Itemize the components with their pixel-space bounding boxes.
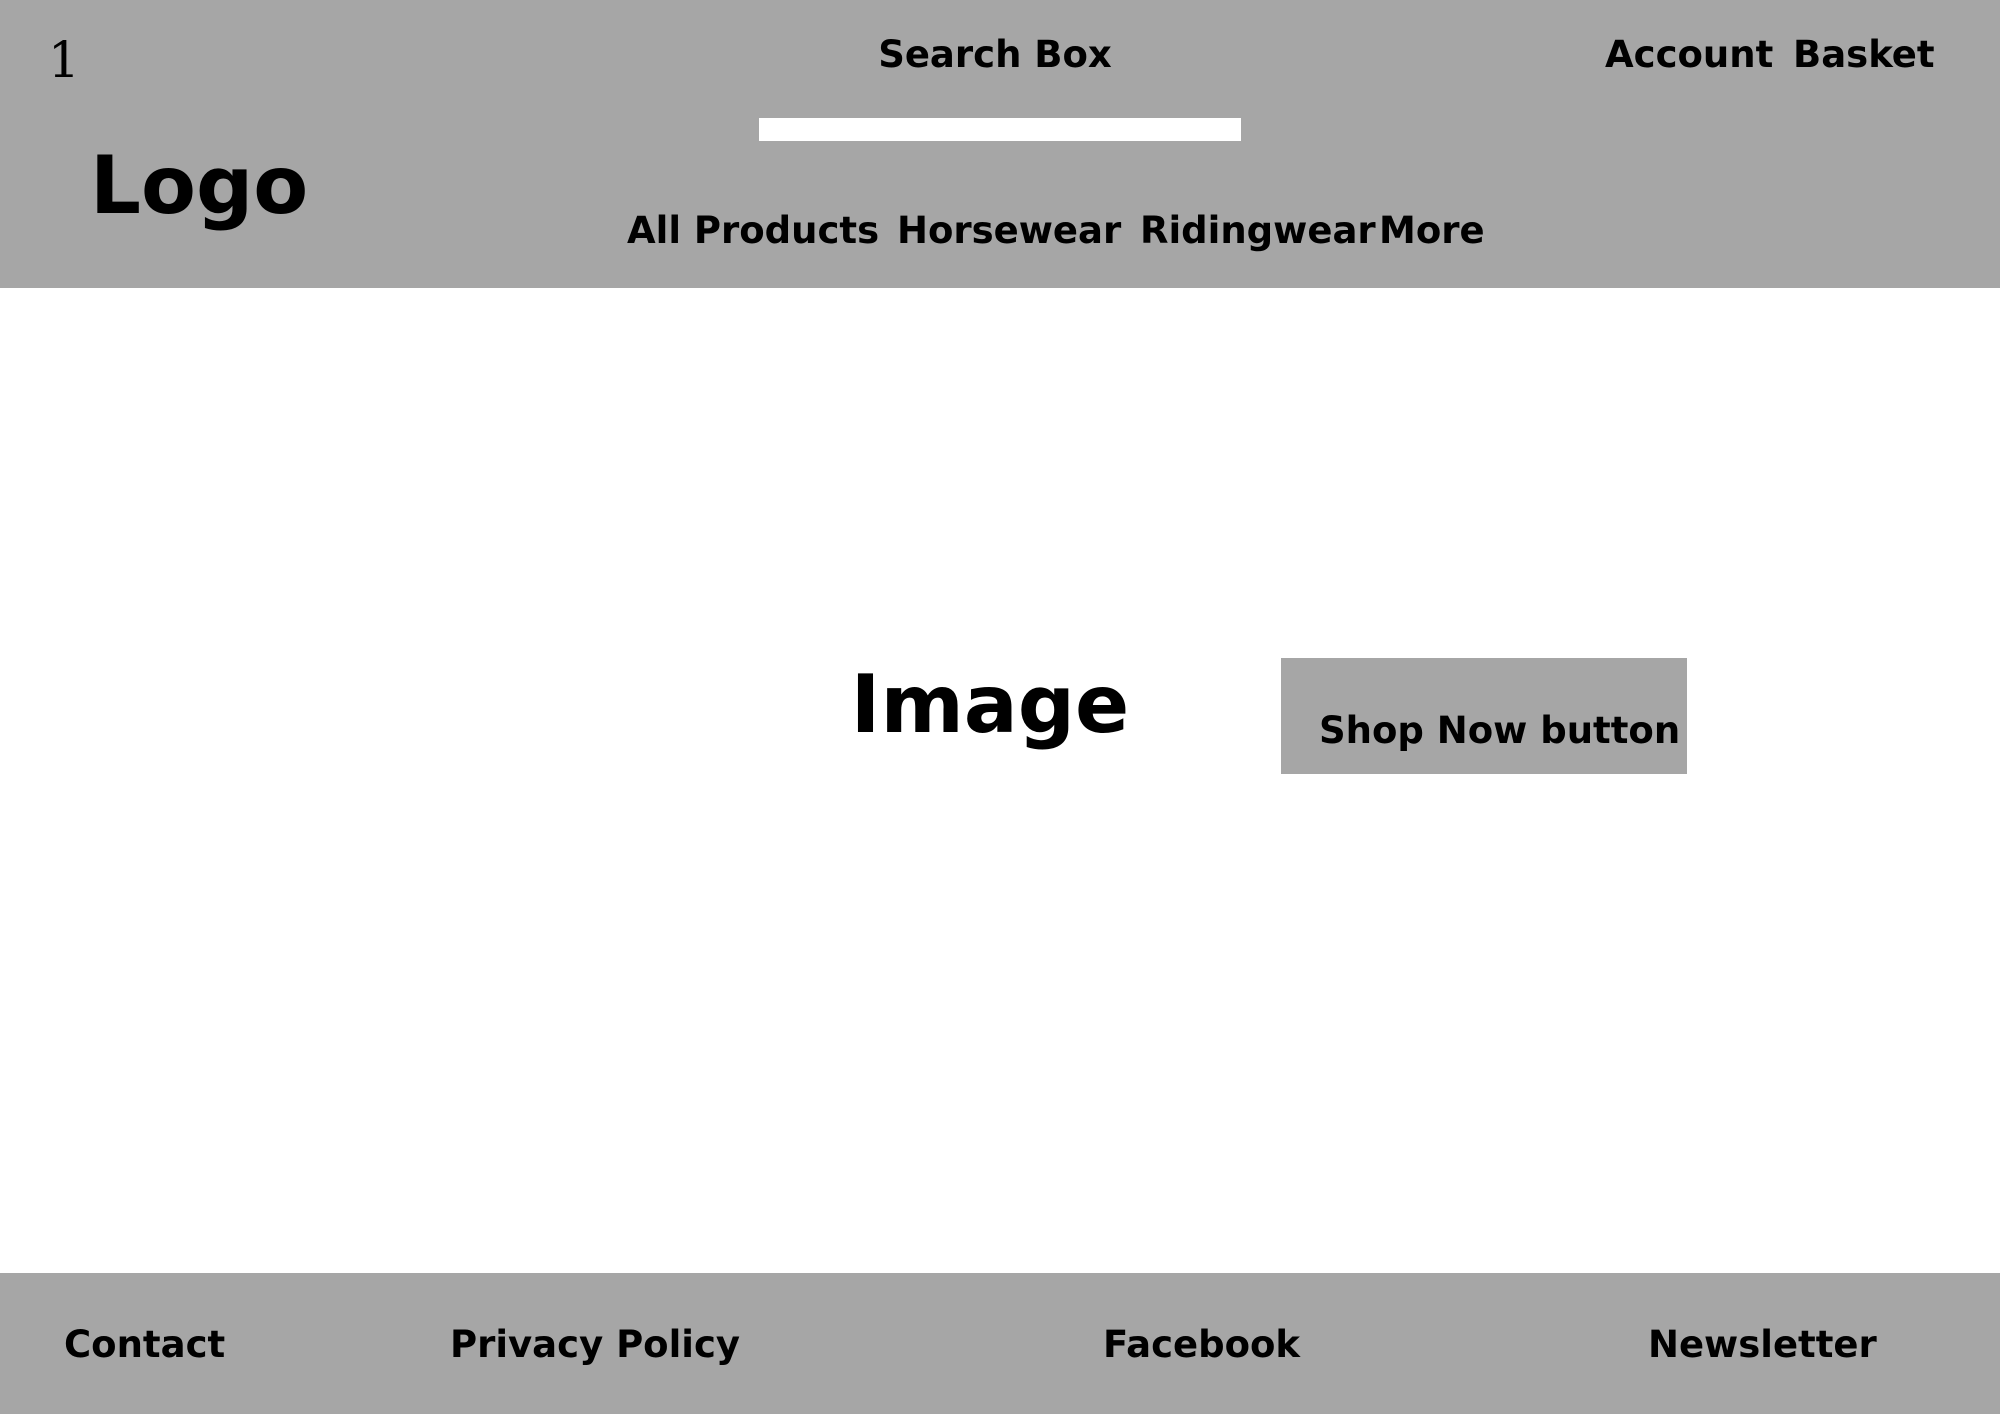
footer-link-facebook[interactable]: Facebook [1103,1320,1300,1370]
page-number: 1 [48,31,80,89]
nav-item-ridingwear[interactable]: Ridingwear [1140,206,1376,256]
wireframe-page: 1 Logo Search Box Account Basket All Pro… [0,0,2000,1414]
search-box-label: Search Box [878,33,1112,76]
shop-now-button-label: Shop Now button [1319,709,1681,752]
nav-item-horsewear[interactable]: Horsewear [897,206,1121,256]
search-input[interactable] [759,118,1241,141]
nav-item-more[interactable]: More [1379,206,1485,256]
nav-item-all-products[interactable]: All Products [627,206,879,256]
basket-link[interactable]: Basket [1793,30,1935,80]
hero-image-placeholder: Image [850,658,1130,751]
footer-link-contact[interactable]: Contact [64,1320,225,1370]
footer-link-newsletter[interactable]: Newsletter [1648,1320,1877,1370]
account-link[interactable]: Account [1605,30,1773,80]
site-logo[interactable]: Logo [90,138,308,234]
shop-now-button[interactable]: Shop Now button [1281,658,1687,774]
footer-link-privacy-policy[interactable]: Privacy Policy [450,1320,740,1370]
site-header: 1 Logo Search Box Account Basket All Pro… [0,0,2000,288]
